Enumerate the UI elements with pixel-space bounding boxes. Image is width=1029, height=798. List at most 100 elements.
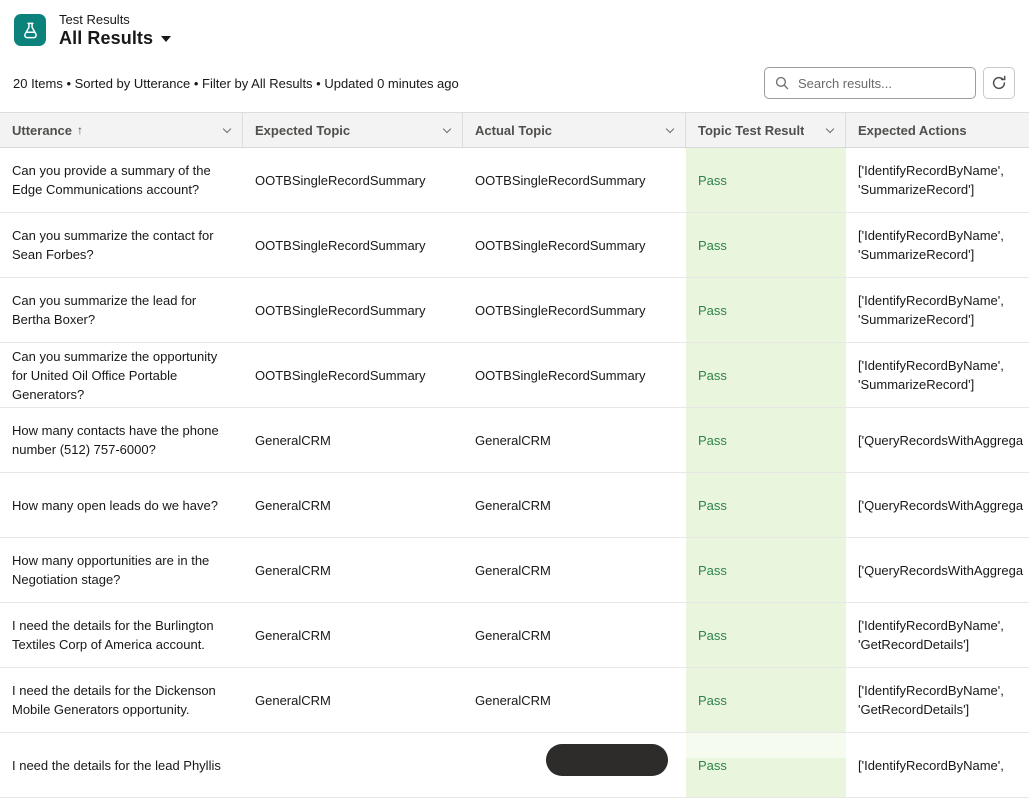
table-row[interactable]: How many opportunities are in the Negoti… (0, 538, 1029, 603)
column-label: Topic Test Result (698, 123, 804, 138)
table-row[interactable]: How many contacts have the phone number … (0, 408, 1029, 473)
cell-text: Can you summarize the lead for Bertha Bo… (12, 291, 231, 329)
results-table: Utterance ↑ Expected Topic Actual Topic … (0, 112, 1029, 798)
list-view-selector[interactable]: All Results (59, 28, 171, 49)
table-row[interactable]: I need the details for the Dickenson Mob… (0, 668, 1029, 733)
cell-expected-actions: ['QueryRecordsWithAggrega (846, 408, 1029, 472)
list-toolbar: 20 Items • Sorted by Utterance • Filter … (0, 60, 1029, 112)
cell-expected-topic: OOTBSingleRecordSummary (243, 148, 463, 212)
search-input[interactable] (796, 75, 965, 92)
cell-text: Can you summarize the opportunity for Un… (12, 347, 231, 404)
cell-text: ['IdentifyRecordByName', 'SummarizeRecor… (858, 161, 1029, 199)
cell-text: OOTBSingleRecordSummary (255, 171, 426, 190)
cell-text: ['IdentifyRecordByName', 'GetRecordDetai… (858, 616, 1029, 654)
status-badge: Pass (698, 236, 727, 255)
cell-expected-actions: ['QueryRecordsWithAggrega (846, 538, 1029, 602)
cell-text: I need the details for the lead Phyllis (12, 756, 221, 775)
cell-text: GeneralCRM (475, 626, 551, 645)
cell-actual-topic: OOTBSingleRecordSummary (463, 213, 686, 277)
cell-expected-topic: GeneralCRM (243, 538, 463, 602)
cell-text: Can you summarize the contact for Sean F… (12, 226, 231, 264)
search-box[interactable] (764, 67, 976, 99)
status-badge: Pass (698, 431, 727, 450)
column-header[interactable]: Actual Topic (463, 113, 686, 147)
table-row[interactable]: Can you summarize the lead for Bertha Bo… (0, 278, 1029, 343)
toolbar-actions (764, 67, 1015, 99)
status-badge: Pass (698, 756, 727, 775)
cell-actual-topic: OOTBSingleRecordSummary (463, 278, 686, 342)
cell-text: Can you provide a summary of the Edge Co… (12, 161, 231, 199)
refresh-button[interactable] (983, 67, 1015, 99)
column-menu-button[interactable] (436, 122, 454, 139)
bottom-overlay (546, 744, 668, 776)
cell-actual-topic: GeneralCRM (463, 603, 686, 667)
cell-expected-topic: GeneralCRM (243, 603, 463, 667)
cell-topic-test-result: Pass (686, 603, 846, 667)
list-status-text: 20 Items • Sorted by Utterance • Filter … (13, 76, 459, 91)
cell-actual-topic: GeneralCRM (463, 668, 686, 732)
column-header[interactable]: Expected Actions (846, 113, 1029, 147)
column-menu-button[interactable] (819, 122, 837, 139)
cell-utterance: I need the details for the Burlington Te… (0, 603, 243, 667)
table-row[interactable]: I need the details for the Burlington Te… (0, 603, 1029, 668)
object-label: Test Results (59, 12, 171, 27)
cell-text: OOTBSingleRecordSummary (475, 366, 646, 385)
cell-text: ['IdentifyRecordByName', 'SummarizeRecor… (858, 291, 1029, 329)
table-row[interactable]: How many open leads do we have? GeneralC… (0, 473, 1029, 538)
cell-expected-topic: OOTBSingleRecordSummary (243, 278, 463, 342)
cell-text: GeneralCRM (475, 561, 551, 580)
status-badge: Pass (698, 301, 727, 320)
table-row[interactable]: Can you summarize the contact for Sean F… (0, 213, 1029, 278)
page-header: Test Results All Results (0, 0, 1029, 60)
cell-text: GeneralCRM (475, 431, 551, 450)
cell-expected-topic (243, 733, 463, 797)
cell-topic-test-result: Pass (686, 473, 846, 537)
cell-text: ['QueryRecordsWithAggrega (858, 431, 1023, 450)
cell-text: GeneralCRM (475, 691, 551, 710)
table-row[interactable]: Can you provide a summary of the Edge Co… (0, 148, 1029, 213)
cell-text: How many open leads do we have? (12, 496, 218, 515)
column-header[interactable]: Topic Test Result (686, 113, 846, 147)
cell-expected-actions: ['QueryRecordsWithAggrega (846, 473, 1029, 537)
cell-expected-actions: ['IdentifyRecordByName', 'SummarizeRecor… (846, 343, 1029, 407)
cell-text: GeneralCRM (475, 496, 551, 515)
cell-expected-actions: ['IdentifyRecordByName', 'SummarizeRecor… (846, 213, 1029, 277)
chevron-down-icon (826, 124, 834, 132)
cell-expected-actions: ['IdentifyRecordByName', 'SummarizeRecor… (846, 278, 1029, 342)
cell-text: ['IdentifyRecordByName', 'SummarizeRecor… (858, 356, 1029, 394)
column-label: Utterance (12, 123, 72, 138)
list-view-name: All Results (59, 28, 153, 49)
cell-topic-test-result: Pass (686, 148, 846, 212)
column-menu-button[interactable] (216, 122, 234, 139)
table-header-row: Utterance ↑ Expected Topic Actual Topic … (0, 113, 1029, 148)
cell-text: OOTBSingleRecordSummary (255, 236, 426, 255)
cell-expected-topic: OOTBSingleRecordSummary (243, 213, 463, 277)
column-label: Expected Actions (858, 123, 967, 138)
chevron-down-icon (223, 124, 231, 132)
column-menu-button[interactable] (659, 122, 677, 139)
cell-text: OOTBSingleRecordSummary (475, 301, 646, 320)
cell-expected-actions: ['IdentifyRecordByName', 'GetRecordDetai… (846, 603, 1029, 667)
column-label: Actual Topic (475, 123, 552, 138)
status-badge: Pass (698, 171, 727, 190)
cell-actual-topic: GeneralCRM (463, 538, 686, 602)
cell-topic-test-result: Pass (686, 668, 846, 732)
cell-text: ['IdentifyRecordByName', 'SummarizeRecor… (858, 226, 1029, 264)
cell-topic-test-result: Pass (686, 213, 846, 277)
column-header[interactable]: Utterance ↑ (0, 113, 243, 147)
cell-text: How many contacts have the phone number … (12, 421, 231, 459)
cell-text: GeneralCRM (255, 691, 331, 710)
table-body: Can you provide a summary of the Edge Co… (0, 148, 1029, 798)
cell-utterance: Can you summarize the lead for Bertha Bo… (0, 278, 243, 342)
cell-utterance: How many contacts have the phone number … (0, 408, 243, 472)
cell-expected-topic: OOTBSingleRecordSummary (243, 343, 463, 407)
refresh-icon (991, 75, 1007, 91)
cell-text: How many opportunities are in the Negoti… (12, 551, 231, 589)
status-badge: Pass (698, 626, 727, 645)
table-row[interactable]: Can you summarize the opportunity for Un… (0, 343, 1029, 408)
table-row[interactable]: I need the details for the lead Phyllis … (0, 733, 1029, 798)
cell-utterance: I need the details for the lead Phyllis (0, 733, 243, 797)
column-header[interactable]: Expected Topic (243, 113, 463, 147)
cell-actual-topic: OOTBSingleRecordSummary (463, 148, 686, 212)
cell-actual-topic: GeneralCRM (463, 473, 686, 537)
